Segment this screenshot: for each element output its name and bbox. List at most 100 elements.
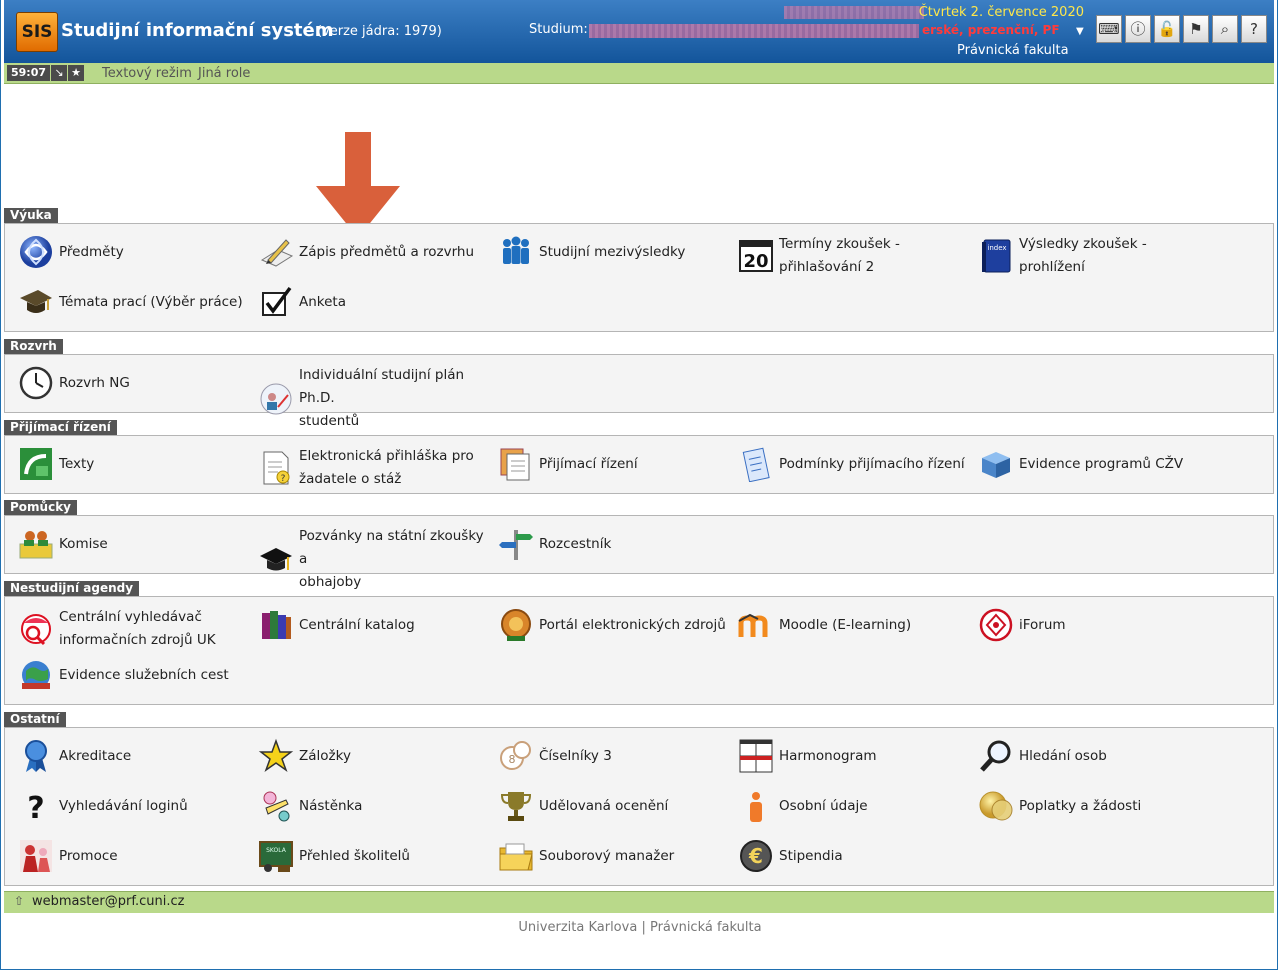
menu-item-hledani-osob[interactable]: Hledání osob [977,737,1212,775]
graduation-ceremony-icon [17,837,55,875]
footer-bar: ⇧ webmaster@prf.cuni.cz [4,891,1274,913]
keyboard-icon[interactable]: ⌨ [1096,15,1122,43]
clock-icon [17,364,55,402]
menu-item-nastenka[interactable]: Nástěnka [257,787,492,825]
menu-item-predmety[interactable]: Předměty [17,233,252,271]
globe-travel-icon [17,656,55,694]
menu-item-vyhledavani-loginu[interactable]: ? Vyhledávání loginů [17,787,252,825]
menu-item-udelovana-oceneni[interactable]: Udělovaná ocenění [497,787,732,825]
section-box: Akreditace Záložky 8 Číselníky 3 Harmono… [4,727,1274,886]
menu-item-label: Předměty [59,243,124,260]
graduation-hat-icon [257,541,295,579]
faculty-name: Právnická fakulta [957,43,1069,58]
menu-item-akreditace[interactable]: Akreditace [17,737,252,775]
search-icon[interactable]: ⌕ [1212,15,1238,43]
menu-item-promoce[interactable]: Promoce [17,837,252,875]
menu-item-rozcestnik[interactable]: Rozcestník [497,525,732,563]
menu-item-prehled-skolitelu[interactable]: SKOLA Přehled školitelů [257,837,492,875]
people-icon [497,233,535,271]
moodle-icon [737,606,775,644]
portal-lion-icon [497,606,535,644]
menu-item-label: Výsledky zkoušek - prohlížení [1019,236,1147,275]
application-form-icon: ? [257,449,295,487]
folder-icon [497,837,535,875]
menu-item-evidence-sluzebnich-cest[interactable]: Evidence služebních cest [17,656,252,694]
menu-item-terminy-zkousek[interactable]: 20 Termíny zkoušek - přihlašování 2 [737,233,972,279]
language-flag-icon[interactable]: ⚑ [1183,15,1209,43]
menu-item-label: Pozvánky na státní zkoušky a [299,528,484,567]
menu-item-iforum[interactable]: iForum [977,606,1212,644]
menu-item-harmonogram[interactable]: Harmonogram [737,737,972,775]
faculty-link[interactable]: Právnická fakulta [650,920,762,935]
menu-item-poplatky-a-zadosti[interactable]: Poplatky a žádosti [977,787,1212,825]
menu-item-zalozky[interactable]: Záložky [257,737,492,775]
menu-item-label-2: žadatele o stáž [299,471,402,487]
cubes-icon [977,445,1015,483]
menu-item-zapis-predmetu[interactable]: Zápis předmětů a rozvrhu [257,233,492,271]
help-icon[interactable]: ? [1241,15,1267,43]
menu-item-osobni-udaje[interactable]: Osobní údaje [737,787,972,825]
menu-item-pozvanky[interactable]: Pozvánky na státní zkoušky a obhajoby [257,525,492,594]
study-label: Studium: [529,22,588,37]
menu-item-label: Centrální vyhledávač [59,609,202,625]
info-icon[interactable]: ⓘ [1125,15,1151,43]
schedule-calendar-icon [737,737,775,775]
menu-item-vysledky-zkousek[interactable]: index Výsledky zkoušek - prohlížení [977,233,1212,279]
books-icon [257,606,295,644]
other-role-link[interactable]: Jiná role [198,66,250,81]
section-title: Nestudijní agendy [4,581,140,596]
menu-item-centralni-vyhledavac[interactable]: Centrální vyhledávač informačních zdrojů … [17,606,252,652]
menu-item-moodle[interactable]: Moodle (E-learning) [737,606,972,644]
menu-item-label: Elektronická přihláška pro [299,448,474,464]
award-ribbon-icon [17,737,55,775]
study-type: erské, prezenční, PF [922,23,1060,37]
webmaster-email-link[interactable]: webmaster@prf.cuni.cz [32,894,184,909]
svg-text:?: ? [281,474,286,484]
section-title: Přijímací řízení [4,420,117,435]
menu-item-label: Zápis předmětů a rozvrhu [299,243,475,260]
menu-item-texty[interactable]: Texty [17,445,252,483]
menu-item-ciselniky[interactable]: 8 Číselníky 3 [497,737,732,775]
menu-item-studijni-mezivysledky[interactable]: Studijní mezivýsledky [497,233,732,271]
star-icon[interactable]: ★ [68,65,85,81]
menu-item-anketa[interactable]: Anketa [257,283,492,321]
study-dropdown-icon[interactable]: ▼ [1076,26,1084,37]
menu-item-prijimaci-rizeni[interactable]: Přijímací řízení [497,445,732,483]
menu-item-rozvrh-ng[interactable]: Rozvrh NG [17,364,252,402]
university-link[interactable]: Univerzita Karlova [518,920,637,935]
menu-item-label: Centrální katalog [299,616,415,633]
student-plan-icon [257,380,295,418]
menu-item-podminky-prijimaciho[interactable]: Podmínky přijímacího řízení [737,445,972,483]
study-value-redacted[interactable] [589,24,919,38]
minimize-icon[interactable]: ↘ [51,65,68,81]
scroll-top-icon[interactable]: ⇧ [14,894,24,908]
menu-item-label: Studijní mezivýsledky [539,243,686,260]
star-bookmark-icon [257,737,295,775]
app-header: SIS Studijní informační systém (verze já… [4,0,1274,63]
menu-item-centralni-katalog[interactable]: Centrální katalog [257,606,492,644]
menu-item-label: Texty [59,455,95,472]
section-title: Výuka [4,208,58,223]
menu-item-elektronicka-prihlaska[interactable]: ? Elektronická přihláška pro žadatele o s… [257,445,492,491]
menu-item-label: Akreditace [59,747,132,764]
menu-item-individualni-plan[interactable]: Individuální studijní plán Ph.D. studentů [257,364,492,433]
text-mode-link[interactable]: Textový režim [102,66,192,81]
calendar-icon: 20 [737,237,775,275]
menu-item-label: Přehled školitelů [299,847,410,864]
section-title: Rozvrh [4,339,63,354]
svg-text:?: ? [27,791,44,824]
lock-icon[interactable]: 🔓 [1154,15,1180,43]
documents-stack-icon [497,445,535,483]
menu-item-label: Témata prací (Výběr práce) [59,293,243,310]
menu-item-portal-elektronickych-zdroju[interactable]: Portál elektronických zdrojů [497,606,732,644]
menu-item-label: Promoce [59,847,118,864]
sis-logo[interactable]: SIS [16,12,58,52]
menu-item-temata-praci[interactable]: Témata prací (Výběr práce) [17,283,252,321]
menu-item-evidence-programu-czv[interactable]: Evidence programů CŽV [977,445,1212,483]
session-timer-value: 59:07 [7,65,51,81]
section-box: Texty ? Elektronická přihláška pro žadate… [4,435,1274,494]
menu-item-souborovy-manazer[interactable]: Souborový manažer [497,837,732,875]
footer-links: Univerzita Karlova | Právnická fakulta [0,920,1280,935]
menu-item-stipendia[interactable]: € Stipendia [737,837,972,875]
menu-item-komise[interactable]: Komise [17,525,252,563]
